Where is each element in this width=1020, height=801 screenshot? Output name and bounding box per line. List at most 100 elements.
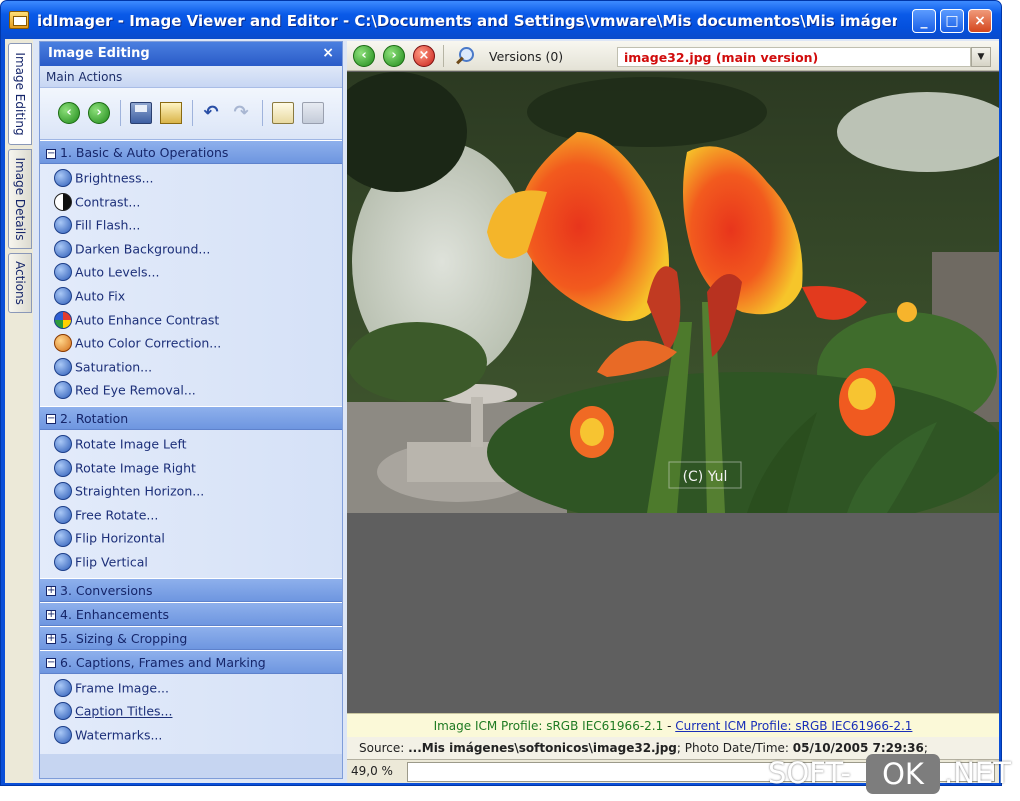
group-rotation-items: Rotate Image Left Rotate Image Right Str…: [40, 429, 342, 578]
redo-icon[interactable]: ↷: [230, 102, 252, 124]
action-auto-fix[interactable]: Auto Fix: [40, 284, 342, 308]
undo-icon[interactable]: ↶: [200, 102, 222, 124]
zoom-level: 49,0 %: [351, 764, 393, 778]
panel-title: Image Editing: [48, 46, 150, 61]
action-flip-horizontal[interactable]: Flip Horizontal: [40, 526, 342, 550]
saturation-icon: [54, 357, 72, 376]
action-red-eye-removal[interactable]: Red Eye Removal...: [40, 378, 342, 402]
email-icon[interactable]: [272, 102, 294, 124]
group-label: 5. Sizing & Cropping: [60, 630, 188, 646]
close-panel-icon[interactable]: ×: [322, 45, 334, 61]
app-logo-icon[interactable]: [9, 11, 29, 29]
expand-icon[interactable]: +: [46, 586, 56, 596]
site-watermark: SOFT- OK .NET: [768, 754, 1014, 796]
back-arrow-icon[interactable]: ‹: [58, 102, 80, 124]
app-window: idImager - Image Viewer and Editor - C:\…: [0, 0, 1002, 786]
group-conversions[interactable]: +3. Conversions: [40, 577, 342, 602]
group-label: 3. Conversions: [60, 582, 153, 598]
main-actions-toolbar: ‹ › ↶ ↷: [40, 88, 342, 140]
group-enhancements[interactable]: +4. Enhancements: [40, 601, 342, 626]
tab-image-details[interactable]: Image Details: [8, 149, 32, 249]
flower-photo: (C) Yul: [347, 72, 999, 513]
forward-arrow-icon[interactable]: ›: [88, 102, 110, 124]
action-auto-color-correction[interactable]: Auto Color Correction...: [40, 331, 342, 355]
filmstrip-icon[interactable]: [160, 102, 182, 124]
source-path: ...Mis imágenes\softonicos\image32.jpg: [408, 741, 677, 755]
maximize-button[interactable]: □: [940, 9, 964, 33]
free-rotate-icon: [54, 505, 72, 524]
flash-icon: [54, 216, 72, 235]
group-captions-frames-marking[interactable]: −6. Captions, Frames and Marking: [40, 649, 342, 674]
tab-label: Image Details: [13, 157, 27, 241]
tab-actions[interactable]: Actions: [8, 253, 32, 313]
group-captions-items: Frame Image... Caption Titles... Waterma…: [40, 673, 342, 754]
action-frame-image[interactable]: Frame Image...: [40, 676, 342, 700]
zoom-icon[interactable]: [453, 45, 475, 67]
photo-canvas[interactable]: (C) Yul: [347, 72, 999, 513]
auto-fix-icon: [54, 286, 72, 305]
watermark-prefix: SOFT-: [768, 756, 851, 790]
contrast-icon: [54, 192, 72, 211]
action-rotate-right[interactable]: Rotate Image Right: [40, 456, 342, 480]
current-icm-profile-link[interactable]: Current ICM Profile: sRGB IEC61966-2.1: [675, 719, 912, 733]
stop-icon[interactable]: ×: [413, 45, 435, 67]
close-window-button[interactable]: ×: [968, 9, 992, 33]
straighten-icon: [54, 482, 72, 501]
date-tail: ;: [923, 741, 928, 755]
action-caption-titles[interactable]: Caption Titles...: [40, 699, 342, 723]
chevron-down-icon[interactable]: ▼: [971, 47, 991, 67]
action-auto-enhance-contrast[interactable]: Auto Enhance Contrast: [40, 308, 342, 332]
expand-icon[interactable]: +: [46, 610, 56, 620]
version-select[interactable]: image32.jpg (main version): [617, 47, 971, 67]
group-label: 1. Basic & Auto Operations: [60, 145, 229, 160]
action-watermarks[interactable]: Watermarks...: [40, 723, 342, 747]
expand-icon[interactable]: +: [46, 634, 56, 644]
flip-vertical-icon: [54, 552, 72, 571]
tab-label: Actions: [13, 261, 27, 305]
watermark-ok-badge: OK: [866, 754, 940, 794]
brightness-icon: [54, 169, 72, 187]
minimize-button[interactable]: _: [912, 9, 936, 33]
darken-icon: [54, 239, 72, 258]
action-auto-levels[interactable]: Auto Levels...: [40, 260, 342, 284]
versions-label[interactable]: Versions (0): [489, 49, 563, 64]
action-flip-vertical[interactable]: Flip Vertical: [40, 550, 342, 574]
group-basic-auto-operations-items: Brightness... Contrast... Fill Flash... …: [40, 164, 342, 406]
rotate-left-icon: [54, 434, 72, 453]
image-icm-profile: Image ICM Profile: sRGB IEC61966-2.1: [433, 719, 664, 733]
next-image-icon[interactable]: ›: [383, 45, 405, 67]
action-brightness[interactable]: Brightness...: [40, 166, 342, 190]
action-saturation[interactable]: Saturation...: [40, 355, 342, 379]
toolbar-separator: [443, 45, 444, 67]
color-correction-icon: [54, 334, 72, 353]
collapse-icon[interactable]: −: [46, 414, 56, 425]
action-fill-flash[interactable]: Fill Flash...: [40, 213, 342, 237]
photo-caption: (C) Yul: [683, 469, 728, 485]
image-editing-panel: Image Editing × Main Actions ‹ › ↶ ↷ −1.…: [39, 41, 343, 779]
toolbar-separator: [262, 100, 263, 126]
group-label: 6. Captions, Frames and Marking: [60, 654, 266, 670]
collapse-icon[interactable]: −: [46, 148, 56, 159]
main-actions-header: Main Actions: [40, 66, 342, 88]
red-eye-icon: [54, 381, 72, 400]
title-bar[interactable]: idImager - Image Viewer and Editor - C:\…: [1, 1, 1001, 39]
action-darken-background[interactable]: Darken Background...: [40, 237, 342, 261]
group-sizing-cropping[interactable]: +5. Sizing & Cropping: [40, 625, 342, 650]
previous-image-icon[interactable]: ‹: [353, 45, 375, 67]
print-icon[interactable]: [302, 102, 324, 124]
action-straighten-horizon[interactable]: Straighten Horizon...: [40, 479, 342, 503]
icm-separator: -: [667, 719, 672, 733]
action-free-rotate[interactable]: Free Rotate...: [40, 503, 342, 527]
action-contrast[interactable]: Contrast...: [40, 190, 342, 214]
client-area: Image Editing Image Details Actions Imag…: [5, 39, 999, 783]
watermark-icon: [54, 725, 72, 744]
viewer-toolbar: ‹ › × Versions (0) image32.jpg (main ver…: [347, 41, 999, 71]
group-rotation[interactable]: −2. Rotation: [40, 405, 342, 430]
tab-image-editing[interactable]: Image Editing: [8, 43, 32, 145]
window-title: idImager - Image Viewer and Editor - C:\…: [37, 12, 897, 30]
action-rotate-left[interactable]: Rotate Image Left: [40, 432, 342, 456]
collapse-icon[interactable]: −: [46, 658, 56, 668]
group-basic-auto-operations[interactable]: −1. Basic & Auto Operations: [40, 140, 342, 164]
icm-profile-bar: Image ICM Profile: sRGB IEC61966-2.1 - C…: [347, 713, 999, 737]
save-icon[interactable]: [130, 102, 152, 124]
